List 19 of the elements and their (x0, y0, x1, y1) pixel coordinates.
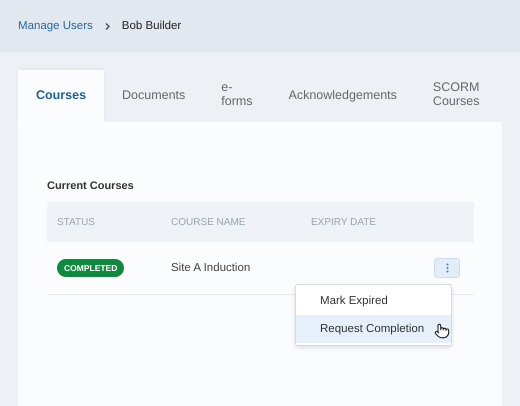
column-header: STATUS (57, 216, 96, 228)
column-header: COURSE NAME (171, 216, 246, 228)
menu-item[interactable]: Mark Expired (296, 287, 451, 315)
breadcrumb-current: Bob Builder (122, 20, 182, 32)
section-title: Current Courses (47, 180, 135, 192)
status-badge: COMPLETED (57, 259, 124, 277)
tab[interactable]: Acknowledgements (270, 70, 415, 122)
tab[interactable]: Documents (104, 70, 204, 122)
kebab-icon (446, 263, 448, 273)
chevron-icon (104, 22, 110, 30)
tab[interactable]: SCORM Courses (414, 70, 498, 122)
cursor-icon (434, 323, 450, 339)
table-cell-text: Site A Induction (171, 262, 252, 274)
more-button[interactable] (434, 258, 460, 278)
breadcrumb-link[interactable]: Manage Users (18, 20, 93, 32)
tab[interactable]: Courses (18, 70, 104, 122)
column-header: EXPIRY DATE (311, 216, 378, 228)
tab[interactable]: e- forms (203, 70, 271, 122)
menu-item[interactable]: Request Completion (296, 315, 451, 343)
